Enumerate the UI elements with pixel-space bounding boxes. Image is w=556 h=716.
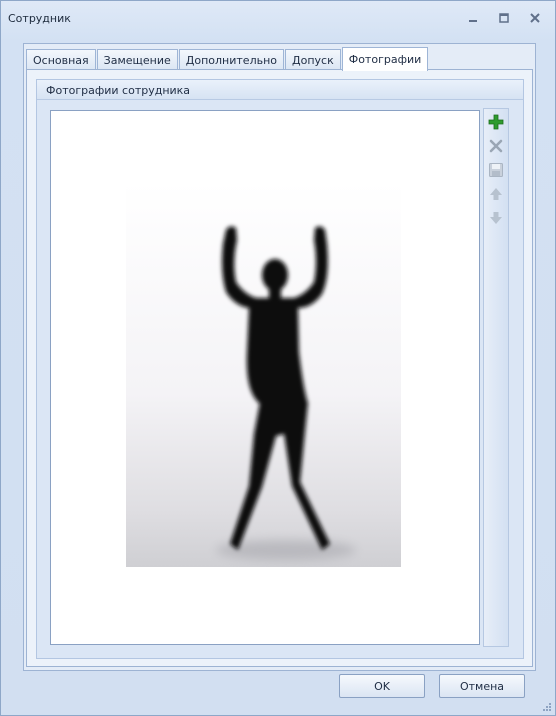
tab-label: Фотографии [348,53,422,66]
employee-photo [126,182,401,567]
move-up-icon[interactable] [488,186,504,202]
cancel-button[interactable]: Отмена [439,674,525,698]
tab-strip: Основная Замещение Дополнительно Допуск … [26,47,429,71]
group-header: Фотографии сотрудника [37,80,523,100]
window-title: Сотрудник [8,12,71,25]
tab-access[interactable]: Допуск [285,49,341,70]
delete-icon[interactable] [488,138,504,154]
employee-photos-group: Фотографии сотрудника [36,79,524,659]
tab-label: Основная [33,53,89,67]
tab-label: Замещение [103,53,171,67]
minimize-icon[interactable] [465,10,481,26]
tab-label: Допуск [292,53,334,67]
title-bar[interactable]: Сотрудник [1,1,555,35]
close-icon[interactable] [527,10,543,26]
add-icon[interactable] [488,114,504,130]
tab-substitution[interactable]: Замещение [96,49,178,70]
tab-additional[interactable]: Дополнительно [178,49,285,70]
tab-label: Дополнительно [185,53,278,67]
employee-dialog: Сотрудник Основная Замещение Дополнитель… [0,0,556,716]
save-icon[interactable] [488,162,504,178]
dialog-content: Основная Замещение Дополнительно Допуск … [23,43,536,671]
group-title: Фотографии сотрудника [46,84,191,97]
resize-grip-icon[interactable] [542,702,552,712]
photo-viewer[interactable] [50,110,480,645]
photos-tab-panel: Фотографии сотрудника [26,69,533,667]
maximize-icon[interactable] [496,10,512,26]
photo-toolbar [483,108,509,647]
move-down-icon[interactable] [488,210,504,226]
ok-button[interactable]: OK [339,674,425,698]
tab-main[interactable]: Основная [26,49,96,70]
tab-photos[interactable]: Фотографии [341,47,429,71]
